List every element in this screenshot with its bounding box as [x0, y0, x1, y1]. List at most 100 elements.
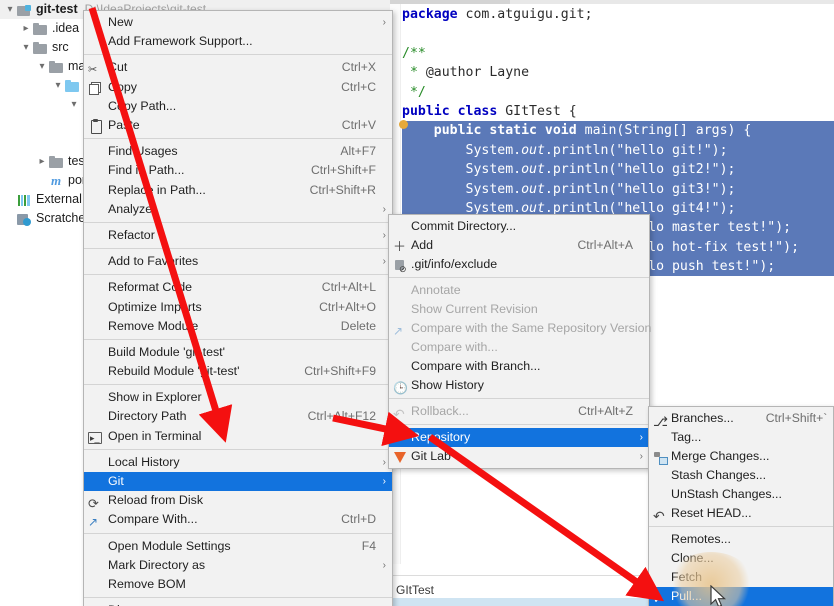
project-context-menu[interactable]: New › Add Framework Support... Cut Ctrl+X Cop…: [83, 10, 393, 606]
menu-item-add-to-favorites[interactable]: Add to Favorites ›: [84, 252, 392, 271]
menu-item-cut[interactable]: Cut Ctrl+X: [84, 58, 392, 77]
menu-item-find-in-path[interactable]: Find in Path... Ctrl+Shift+F: [84, 161, 392, 180]
tree-chevron-down-icon[interactable]: [52, 76, 64, 95]
menu-item-label: Remove BOM: [108, 576, 186, 591]
menu-item-label: Merge Changes...: [671, 449, 770, 463]
menu-item-clone[interactable]: Clone...: [649, 549, 833, 568]
reload-icon: [84, 491, 106, 510]
tree-chevron-down-icon[interactable]: [4, 0, 16, 19]
menu-item-git-lab[interactable]: Git Lab ›: [389, 447, 649, 466]
menu-item-show-current-revision[interactable]: Show Current Revision: [389, 300, 649, 319]
menu-item-tag[interactable]: Tag...: [649, 428, 833, 447]
clock-icon: [389, 376, 411, 395]
menu-item-rebuild-module-git-test[interactable]: Rebuild Module 'git-test' Ctrl+Shift+F9: [84, 362, 392, 381]
code-token: GItTest {: [497, 103, 577, 119]
menu-item-reload-from-disk[interactable]: Reload from Disk: [84, 491, 392, 510]
plus-glyph: [393, 239, 407, 253]
menu-item-fetch[interactable]: Fetch: [649, 568, 833, 587]
menu-item-stash-changes[interactable]: Stash Changes...: [649, 466, 833, 485]
compare-glyph: [88, 513, 102, 527]
menu-item-refactor[interactable]: Refactor ›: [84, 226, 392, 245]
menu-item-unstash-changes[interactable]: UnStash Changes...: [649, 485, 833, 504]
chevron-right-icon: ›: [382, 256, 386, 268]
menu-item-copy-path[interactable]: Copy Path...: [84, 97, 392, 116]
menu-item-mark-directory-as[interactable]: Mark Directory as ›: [84, 556, 392, 575]
menu-item-compare-with-the-same-repository-version[interactable]: Compare with the Same Repository Version: [389, 319, 651, 338]
tree-chevron-down-icon[interactable]: [20, 38, 32, 57]
menu-item-icon-slot: [389, 300, 411, 319]
menu-item-add[interactable]: Add Ctrl+Alt+A: [389, 236, 649, 255]
menu-item-replace-in-path[interactable]: Replace in Path... Ctrl+Shift+R: [84, 181, 392, 200]
menu-item-remotes[interactable]: Remotes...: [649, 530, 833, 549]
menu-item-show-history[interactable]: Show History: [389, 376, 649, 395]
menu-item-icon-slot: [389, 338, 411, 357]
menu-item-copy[interactable]: Copy Ctrl+C: [84, 78, 392, 97]
menu-item-pull[interactable]: Pull...: [649, 587, 833, 606]
menu-item-rollback[interactable]: Rollback... Ctrl+Alt+Z: [389, 402, 649, 421]
menu-item-local-history[interactable]: Local History ›: [84, 453, 392, 472]
merge-icon: [649, 447, 671, 466]
menu-item-open-module-settings[interactable]: Open Module Settings F4: [84, 537, 392, 556]
menu-item-find-usages[interactable]: Find Usages Alt+F7: [84, 142, 392, 161]
compare-icon: [84, 510, 106, 529]
menu-item-icon-slot: [649, 530, 671, 549]
menu-item-label: Copy: [108, 79, 137, 94]
code-token: );: [719, 162, 736, 178]
copy-glyph: [88, 80, 102, 96]
exclude-icon: [389, 255, 411, 279]
code-token: );: [783, 239, 800, 255]
tree-chevron-right-icon[interactable]: [36, 152, 48, 171]
tree-chevron-down-icon[interactable]: [68, 95, 80, 114]
menu-item-shortcut: Ctrl+Shift+R: [309, 182, 376, 197]
run-gutter-marker-icon[interactable]: [399, 120, 408, 129]
menu-item-label: Commit Directory...: [411, 219, 517, 233]
menu-item-compare-with[interactable]: Compare With... Ctrl+D: [84, 510, 392, 529]
menu-item-remove-module[interactable]: Remove Module Delete: [84, 317, 392, 336]
code-token: .println(: [544, 162, 617, 178]
menu-item-optimize-imports[interactable]: Optimize Imports Ctrl+Alt+O: [84, 297, 392, 316]
menu-item-repository[interactable]: Repository ›: [389, 428, 649, 447]
menu-item-merge-changes[interactable]: Merge Changes...: [649, 447, 833, 466]
menu-item-shortcut: Ctrl+Alt+A: [577, 238, 633, 252]
menu-item-label: Remove Module: [108, 318, 199, 333]
menu-item-new[interactable]: New ›: [84, 13, 392, 32]
menu-item-git-info-exclude[interactable]: .git/info/exclude: [389, 255, 649, 279]
menu-item-compare-with[interactable]: Compare with...: [389, 338, 649, 357]
tree-chevron-down-icon[interactable]: [36, 57, 48, 76]
menu-item-icon-slot: [649, 428, 671, 447]
menu-item-remove-bom[interactable]: Remove BOM: [84, 575, 392, 594]
menu-item-label: Show History: [411, 378, 484, 392]
menu-item-build-module-git-test[interactable]: Build Module 'git-test': [84, 343, 392, 362]
menu-item-paste[interactable]: Paste Ctrl+V: [84, 116, 392, 135]
code-token: "hello git2!": [616, 162, 720, 178]
menu-item-icon-slot: [84, 161, 106, 180]
compare-glyph: [393, 322, 407, 336]
menu-separator: [389, 277, 649, 278]
editor-tab-strip[interactable]: [390, 0, 834, 4]
menu-item-compare-with-branch[interactable]: Compare with Branch...: [389, 357, 649, 376]
menu-item-analyze[interactable]: Analyze ›: [84, 200, 392, 219]
menu-item-branches[interactable]: Branches... Ctrl+Shift+`: [649, 409, 833, 428]
menu-separator: [84, 384, 392, 386]
menu-item-git[interactable]: Git ›: [84, 471, 392, 492]
git-submenu[interactable]: Commit Directory... Add Ctrl+Alt+A .git/inf…: [388, 214, 651, 469]
menu-item-reformat-code[interactable]: Reformat Code Ctrl+Alt+L: [84, 278, 392, 297]
menu-item-add-framework-support[interactable]: Add Framework Support...: [84, 32, 392, 51]
menu-item-commit-directory[interactable]: Commit Directory...: [389, 217, 649, 236]
menu-item-open-in-terminal[interactable]: Open in Terminal: [84, 427, 392, 446]
menu-item-shortcut: Ctrl+Shift+F: [310, 163, 376, 178]
menu-item-directory-path[interactable]: Directory Path Ctrl+Alt+F12: [84, 407, 392, 426]
tree-chevron-right-icon[interactable]: [20, 19, 32, 38]
menu-item-annotate[interactable]: Annotate: [389, 281, 649, 300]
tree-item-label: src: [52, 40, 69, 54]
menu-item-diagrams[interactable]: Diagrams›: [84, 601, 392, 606]
branch-icon: [649, 409, 671, 428]
code-token: package: [402, 7, 458, 22]
code-token: com.atguigu.git;: [457, 7, 593, 22]
menu-item-reset-head[interactable]: Reset HEAD...: [649, 504, 833, 523]
chevron-right-icon: ›: [639, 432, 643, 443]
menu-separator: [389, 424, 649, 425]
menu-item-show-in-explorer[interactable]: Show in Explorer: [84, 388, 392, 407]
repository-submenu[interactable]: Branches... Ctrl+Shift+` Tag... Merge Chang…: [648, 406, 834, 606]
menu-item-label: Directory Path: [108, 409, 187, 424]
